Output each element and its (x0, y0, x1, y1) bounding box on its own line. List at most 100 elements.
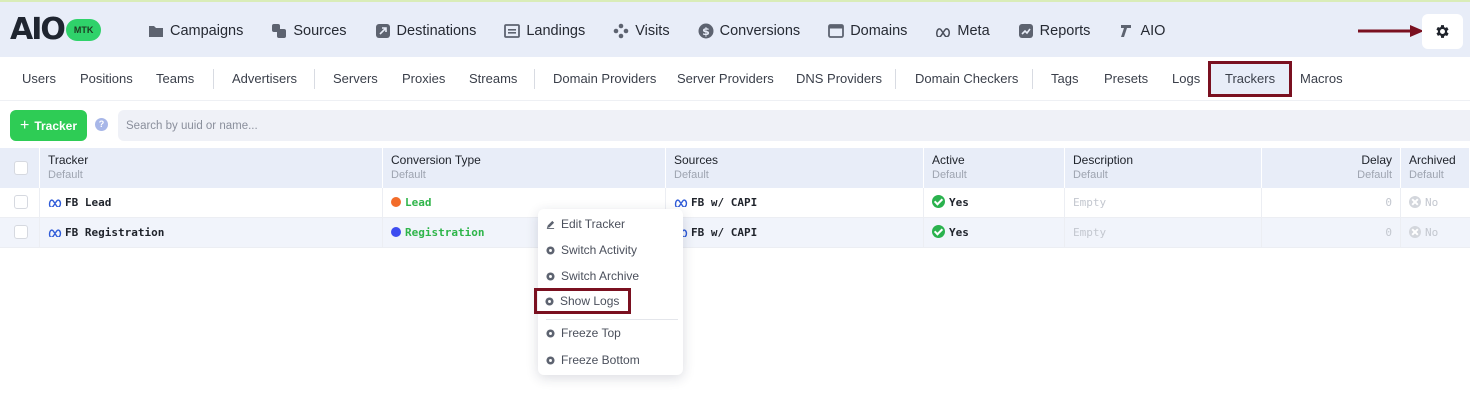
subtab-servers[interactable]: Servers (333, 57, 378, 101)
menu-item-freeze-bottom[interactable]: Freeze Bottom (546, 350, 640, 370)
menu-item-label: Freeze Bottom (561, 353, 640, 367)
column-archived[interactable]: Archived Default (1401, 148, 1470, 188)
subtab-logs[interactable]: Logs (1172, 57, 1200, 101)
check-circle-icon (932, 195, 945, 208)
add-tracker-label: Tracker (34, 118, 78, 133)
gear-icon (546, 271, 555, 281)
menu-item-freeze-top[interactable]: Freeze Top (546, 323, 621, 343)
delay-cell: 0 (1262, 218, 1401, 248)
conversion-type-value: Registration (405, 226, 485, 239)
subtab-macros[interactable]: Macros (1300, 57, 1343, 101)
table-row[interactable]: FB Registration Registration FB w/ CAPI … (0, 218, 1470, 248)
subtab-proxies[interactable]: Proxies (402, 57, 445, 101)
settings-button[interactable] (1422, 14, 1463, 49)
column-sources[interactable]: Sources Default (666, 148, 924, 188)
nav-campaigns[interactable]: Campaigns (148, 23, 243, 39)
subtab-advertisers[interactable]: Advertisers (232, 57, 297, 101)
app-logo[interactable]: AIO MTK (10, 12, 102, 47)
menu-item-edit-tracker[interactable]: Edit Tracker (546, 214, 625, 234)
column-title: Delay (1361, 153, 1392, 167)
destinations-icon (375, 23, 391, 39)
row-checkbox[interactable] (14, 225, 28, 239)
subtab-teams[interactable]: Teams (156, 57, 194, 101)
nav-destinations[interactable]: Destinations (375, 23, 476, 39)
column-subtitle: Default (48, 169, 83, 181)
sources-cell: FB w/ CAPI (666, 218, 924, 248)
subtab-server-providers[interactable]: Server Providers (677, 57, 774, 101)
settings-subnav: Users Positions Teams Advertisers Server… (0, 57, 1470, 101)
nav-landings[interactable]: Landings (504, 23, 585, 39)
column-conversion-type[interactable]: Conversion Type Default (383, 148, 666, 188)
archived-value: No (1425, 196, 1439, 209)
column-subtitle: Default (932, 169, 967, 181)
active-value: Yes (949, 226, 969, 239)
sources-icon (271, 23, 287, 39)
add-tracker-button[interactable]: + Tracker (10, 110, 87, 141)
top-nav-bar: AIO MTK Campaigns Sources Destinations L… (0, 0, 1470, 57)
column-delay[interactable]: Delay Default (1262, 148, 1401, 188)
menu-item-show-logs[interactable]: Show Logs (534, 288, 632, 314)
subtab-tags[interactable]: Tags (1051, 57, 1078, 101)
row-checkbox[interactable] (14, 195, 28, 209)
nav-label: Conversions (719, 22, 801, 39)
column-title: Tracker (48, 153, 89, 167)
nav-domains[interactable]: Domains (828, 23, 907, 39)
select-all-checkbox[interactable] (14, 161, 28, 175)
active-cell: Yes (924, 218, 1065, 248)
help-icon[interactable]: ? (95, 118, 108, 131)
gear-icon (546, 245, 555, 255)
conversion-type-value: Lead (405, 196, 432, 209)
nav-label: Meta (957, 22, 990, 39)
subnav-divider (895, 69, 896, 89)
visits-icon (613, 23, 629, 39)
reports-icon (1018, 23, 1034, 39)
nav-label: AIO (1140, 22, 1166, 39)
plus-icon: + (19, 116, 30, 134)
x-circle-icon (1409, 196, 1421, 208)
subtab-dns-providers[interactable]: DNS Providers (796, 57, 882, 101)
nav-sources[interactable]: Sources (271, 22, 347, 39)
archived-cell: No (1401, 188, 1470, 218)
menu-item-switch-activity[interactable]: Switch Activity (546, 240, 637, 260)
subtab-presets[interactable]: Presets (1104, 57, 1148, 101)
meta-icon (674, 199, 688, 207)
gear-icon (1436, 25, 1449, 38)
x-circle-icon (1409, 226, 1421, 238)
subtab-domain-providers[interactable]: Domain Providers (553, 57, 656, 101)
subtab-domain-checkers[interactable]: Domain Checkers (915, 57, 1018, 101)
folder-icon (148, 23, 164, 39)
menu-item-switch-archive[interactable]: Switch Archive (546, 266, 639, 286)
nav-label: Sources (293, 22, 347, 39)
gear-icon (545, 296, 554, 306)
subtab-streams[interactable]: Streams (469, 57, 517, 101)
column-description[interactable]: Description Default (1065, 148, 1262, 188)
logo-badge: MTK (65, 19, 102, 41)
tracker-name: FB Registration (65, 226, 165, 239)
subtab-trackers[interactable]: Trackers (1208, 61, 1293, 97)
table-toolbar: + Tracker ? (0, 102, 1470, 148)
column-title: Description (1073, 153, 1134, 167)
meta-icon (935, 23, 951, 39)
select-all-cell (0, 148, 40, 188)
dollar-icon: $ (698, 23, 714, 39)
nav-reports[interactable]: Reports (1018, 23, 1090, 39)
table-row[interactable]: FB Lead Lead FB w/ CAPI Yes Empty 0 No (0, 188, 1470, 218)
column-subtitle: Default (1073, 169, 1108, 181)
nav-visits[interactable]: Visits (613, 23, 670, 39)
column-tracker[interactable]: Tracker Default (40, 148, 383, 188)
nav-conversions[interactable]: $ Conversions (698, 22, 801, 39)
tracker-name: FB Lead (65, 196, 112, 209)
subtab-users[interactable]: Users (22, 57, 56, 101)
column-subtitle: Default (1409, 169, 1444, 181)
arrow-annotation-icon (1358, 25, 1424, 37)
menu-item-label: Freeze Top (561, 326, 621, 340)
archived-value: No (1425, 226, 1439, 239)
nav-meta[interactable]: Meta (935, 22, 990, 39)
sources-cell: FB w/ CAPI (666, 188, 924, 218)
column-title: Conversion Type (391, 153, 481, 167)
subtab-positions[interactable]: Positions (80, 57, 133, 101)
column-active[interactable]: Active Default (924, 148, 1065, 188)
nav-aio[interactable]: AIO (1118, 23, 1165, 39)
search-input[interactable] (118, 110, 1470, 141)
logo-text: AIO (10, 12, 66, 47)
